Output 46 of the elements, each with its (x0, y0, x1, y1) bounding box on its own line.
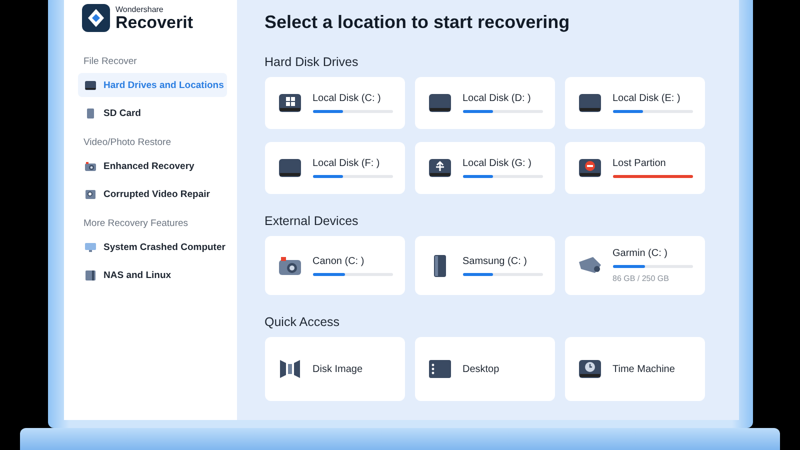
location-name: Local Disk (D: ) (462, 93, 532, 104)
location-card[interactable]: Lost Partion (564, 142, 704, 194)
nas-icon (84, 268, 96, 282)
location-name: Disk Image (312, 364, 364, 374)
monitor-icon (84, 240, 96, 254)
hard-drive-icon (84, 78, 96, 92)
section-heading: Quick Access (264, 315, 341, 329)
sidebar-item[interactable]: Hard Drives and Locations (78, 73, 226, 97)
location-name: Local Disk (E: ) (612, 93, 682, 104)
location-card[interactable]: Local Disk (E: ) (564, 77, 704, 129)
location-name: Local Disk (F: ) (312, 158, 381, 169)
location-name: Local Disk (G: ) (462, 158, 532, 169)
location-name: Samsung (C: ) (462, 256, 528, 266)
location-card[interactable]: Local Disk (F: ) (264, 142, 404, 194)
product-name: Recoverit (116, 14, 193, 30)
location-card[interactable]: Samsung (C: ) (414, 236, 554, 295)
location-card[interactable]: Time Machine (564, 337, 704, 401)
sidebar-section-heading: Video/Photo Restore (84, 137, 172, 148)
location-name: Garmin (C: ) (612, 248, 668, 259)
section-heading: Hard Disk Drives (264, 55, 360, 69)
location-name: Canon (C: ) (312, 256, 366, 266)
usage-text: 86 GB / 250 GB (612, 274, 670, 283)
location-card[interactable]: Local Disk (G: ) (414, 142, 554, 194)
company-name: Wondershare (116, 6, 164, 14)
section-heading: External Devices (264, 214, 360, 228)
location-card[interactable]: Garmin (C: ) 86 GB / 250 GB (564, 236, 704, 295)
sidebar-item[interactable]: NAS and Linux (78, 263, 226, 287)
video-repair-icon (84, 188, 96, 200)
sidebar-section-heading: More Recovery Features (84, 218, 190, 229)
page-title: Select a location to start recovering (264, 12, 571, 33)
location-name: Time Machine (612, 364, 676, 374)
location-card[interactable]: Canon (C: ) (264, 236, 404, 295)
sidebar-section-heading: File Recover (84, 56, 138, 67)
sidebar-item[interactable]: System Crashed Computer (78, 235, 226, 259)
sidebar-item[interactable]: SD Card (78, 101, 226, 125)
location-card[interactable]: Disk Image (264, 337, 404, 401)
location-name: Desktop (462, 364, 500, 374)
sidebar-item[interactable]: Enhanced Recovery (78, 154, 226, 178)
location-card[interactable]: Desktop (414, 337, 554, 401)
location-card[interactable]: Local Disk (D: ) (414, 77, 554, 129)
app-logo-icon (82, 4, 110, 32)
location-name: Local Disk (C: ) (312, 93, 382, 104)
camera-icon (84, 160, 96, 172)
sidebar-item[interactable]: Corrupted Video Repair (78, 182, 226, 206)
location-card[interactable]: Local Disk (C: ) (264, 77, 404, 129)
location-name: Lost Partion (612, 158, 667, 169)
